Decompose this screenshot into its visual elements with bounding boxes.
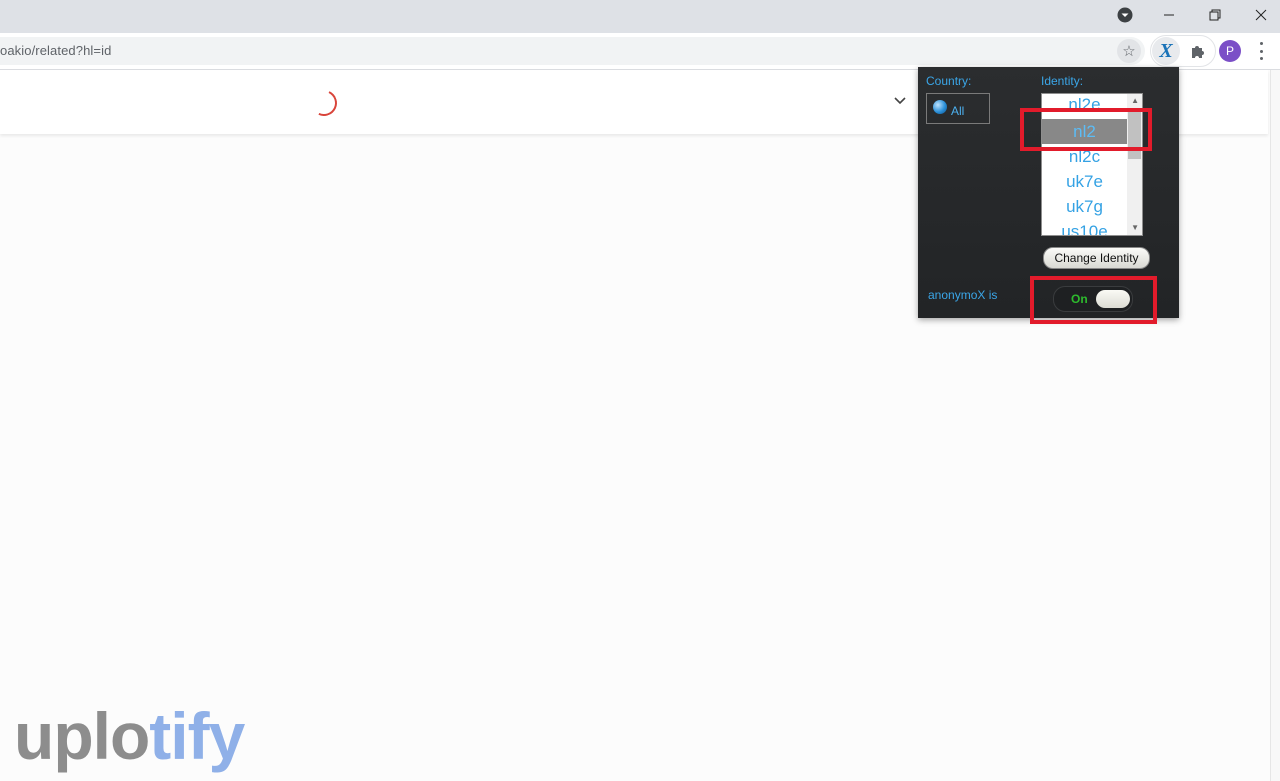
- status-label: anonymoX is: [928, 288, 998, 302]
- close-icon[interactable]: [1247, 0, 1275, 30]
- country-label: Country:: [926, 74, 972, 88]
- scroll-up-icon[interactable]: ▲: [1131, 96, 1139, 105]
- identity-label: Identity:: [1041, 74, 1084, 88]
- globe-icon: [933, 100, 947, 114]
- identity-option[interactable]: us10e: [1042, 219, 1127, 235]
- browser-toolbar: oakio/related?hl=id ☆: [0, 33, 1280, 70]
- watermark-logo: uplotify: [14, 696, 245, 776]
- page-scrollbar[interactable]: [1270, 70, 1280, 781]
- url-text[interactable]: oakio/related?hl=id: [0, 43, 111, 58]
- change-identity-button[interactable]: Change Identity: [1043, 247, 1150, 269]
- watermark-part1: uplo: [14, 699, 150, 773]
- bookmark-star-icon[interactable]: ☆: [1117, 39, 1141, 63]
- minimize-icon[interactable]: [1155, 0, 1183, 30]
- restore-icon[interactable]: [1201, 0, 1229, 30]
- identity-option[interactable]: uk7e: [1042, 169, 1127, 194]
- scroll-down-icon[interactable]: ▼: [1131, 223, 1139, 232]
- watermark-part2: tify: [149, 699, 245, 773]
- highlight-box-toggle: [1030, 276, 1157, 324]
- identity-option[interactable]: uk7g: [1042, 194, 1127, 219]
- highlight-box-identity: [1020, 108, 1152, 151]
- browser-menu-icon[interactable]: [1256, 42, 1266, 60]
- loading-spinner-icon: [307, 86, 341, 120]
- address-bar[interactable]: oakio/related?hl=id ☆: [0, 37, 1145, 65]
- country-selector[interactable]: All: [926, 93, 990, 124]
- tab-search-icon[interactable]: [1113, 0, 1137, 30]
- extensions-puzzle-icon[interactable]: [1188, 40, 1208, 62]
- title-bar: [0, 0, 1280, 33]
- chevron-down-icon[interactable]: [893, 94, 907, 108]
- anonymox-extension-icon[interactable]: X: [1152, 37, 1180, 65]
- country-value: All: [951, 104, 965, 118]
- profile-avatar[interactable]: P: [1219, 40, 1241, 62]
